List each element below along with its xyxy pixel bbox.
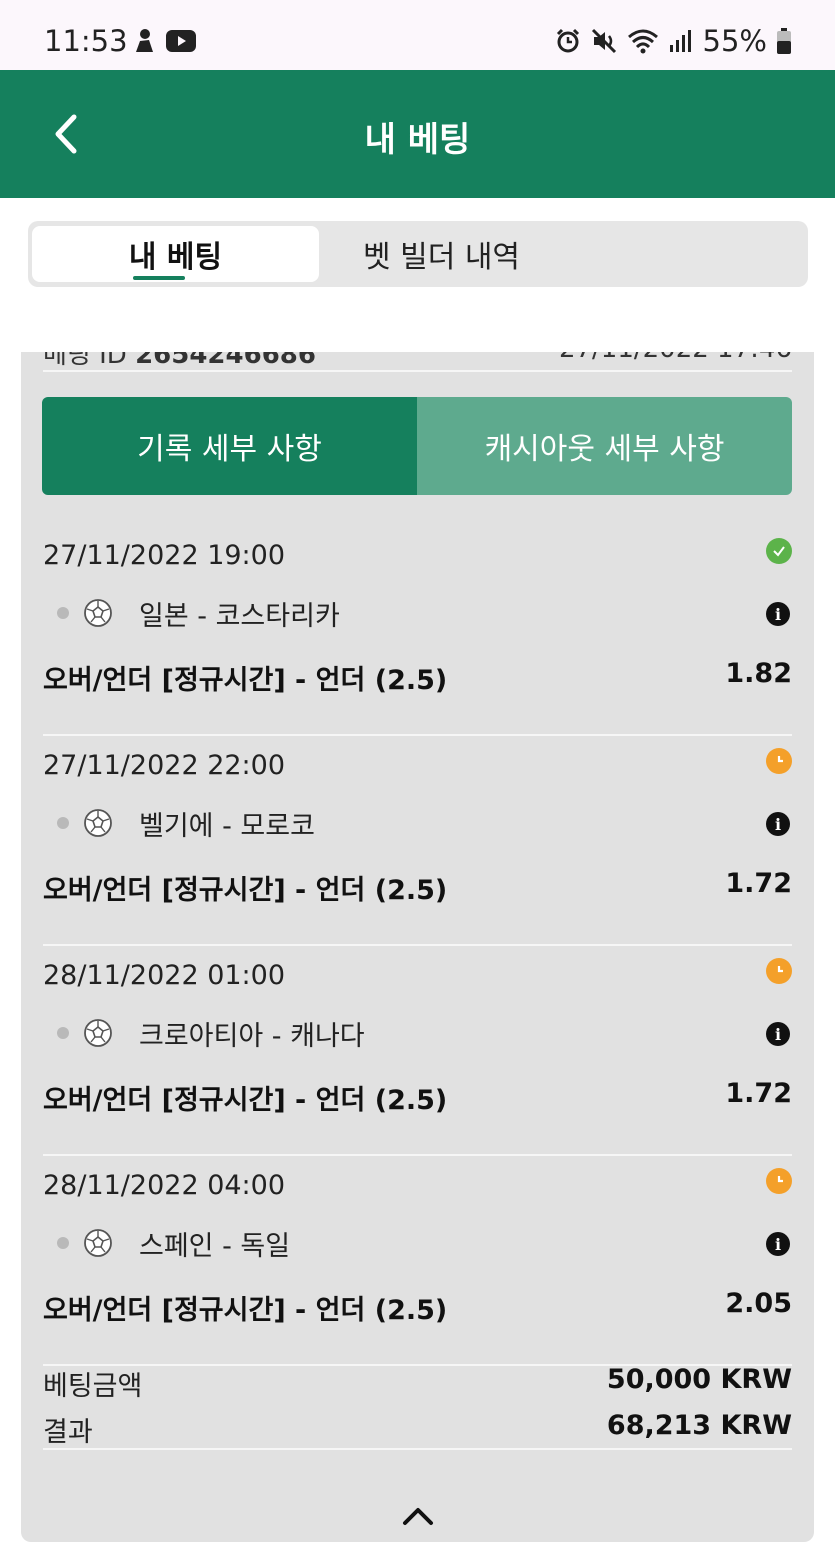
selection-market: 오버/언더 [정규시간] - 언더 (2.5) — [43, 1295, 448, 1326]
person-icon — [136, 29, 153, 52]
stake-value: 50,000 KRW — [606, 1364, 792, 1395]
info-icon[interactable]: i — [766, 812, 790, 836]
selection-odds: 1.72 — [725, 1078, 792, 1109]
status-dot — [57, 607, 69, 619]
selection-item: 27/11/2022 19:00 일본 - 코스타리카 i 오버/언더 [정규시… — [43, 526, 792, 736]
chevron-up-icon — [403, 1508, 433, 1525]
status-right: 55% — [555, 24, 791, 58]
selection-market: 오버/언더 [정규시간] - 언더 (2.5) — [43, 665, 448, 696]
status-time: 11:53 — [44, 24, 128, 58]
bet-card: 베팅 ID 2654246686 27/11/2022 17:46 기록 세부 … — [21, 352, 814, 1542]
result-value: 68,213 KRW — [606, 1410, 792, 1441]
selection-event: 크로아티아 - 캐나다 — [57, 1016, 365, 1052]
tab-my-bets-label: 내 베팅 — [128, 240, 223, 275]
selection-event: 스페인 - 독일 — [57, 1226, 291, 1262]
app-header: 내 베팅 — [0, 70, 835, 198]
selection-event-name: 벨기에 - 모로코 — [139, 810, 315, 842]
stake-row: 베팅금액 50,000 KRW — [43, 1364, 792, 1404]
status-left-icons — [132, 28, 196, 54]
selection-odds: 1.72 — [725, 868, 792, 899]
signal-icon — [669, 30, 691, 52]
selection-odds: 2.05 — [725, 1288, 792, 1319]
tab-bar: 내 베팅 벳 빌더 내역 — [28, 221, 808, 287]
selection-datetime: 27/11/2022 22:00 — [43, 750, 286, 781]
soccer-ball-icon — [84, 599, 112, 627]
battery-icon — [777, 28, 791, 54]
bet-summary: 베팅금액 50,000 KRW 결과 68,213 KRW — [43, 1354, 792, 1450]
clock-icon — [766, 748, 792, 774]
tab-bet-builder-history-label: 벳 빌더 내역 — [362, 240, 521, 275]
soccer-ball-icon — [84, 1229, 112, 1257]
battery-percent: 55% — [702, 24, 767, 58]
alarm-icon — [556, 28, 579, 53]
bet-id-label: 베팅 ID — [43, 352, 127, 370]
selection-datetime: 28/11/2022 01:00 — [43, 960, 286, 991]
soccer-ball-icon — [84, 809, 112, 837]
selection-event-name: 스페인 - 독일 — [139, 1230, 291, 1262]
clock-icon — [766, 958, 792, 984]
selection-event: 벨기에 - 모로코 — [57, 806, 315, 842]
mute-icon — [591, 28, 616, 54]
bet-id-value: 2654246686 — [135, 352, 316, 370]
status-dot — [57, 1237, 69, 1249]
selection-event: 일본 - 코스타리카 — [57, 596, 340, 632]
status-dot — [57, 1027, 69, 1039]
selection-item: 27/11/2022 22:00 벨기에 - 모로코 i 오버/언더 [정규시간… — [43, 736, 792, 946]
selection-item: 28/11/2022 01:00 크로아티아 - 캐나다 i 오버/언더 [정규… — [43, 946, 792, 1156]
bet-id-row: 베팅 ID 2654246686 27/11/2022 17:46 — [43, 352, 792, 372]
info-icon[interactable]: i — [766, 602, 790, 626]
history-details-button[interactable]: 기록 세부 사항 — [42, 397, 417, 495]
wifi-icon — [627, 29, 658, 54]
detail-segment-control: 기록 세부 사항 캐시아웃 세부 사항 — [42, 397, 792, 495]
page-title: 내 베팅 — [364, 120, 471, 160]
check-icon — [766, 538, 792, 564]
selection-item: 28/11/2022 04:00 스페인 - 독일 i 오버/언더 [정규시간]… — [43, 1156, 792, 1366]
selection-datetime: 27/11/2022 19:00 — [43, 540, 286, 571]
selection-event-name: 크로아티아 - 캐나다 — [139, 1020, 365, 1052]
bet-placed-date: 27/11/2022 17:46 — [559, 352, 792, 364]
info-icon[interactable]: i — [766, 1022, 790, 1046]
result-row: 결과 68,213 KRW — [43, 1410, 792, 1450]
cashout-details-button[interactable]: 캐시아웃 세부 사항 — [417, 397, 792, 495]
result-label: 결과 — [43, 1417, 93, 1448]
selection-datetime: 28/11/2022 04:00 — [43, 1170, 286, 1201]
status-bar: 11:53 55% — [0, 0, 835, 70]
tab-bet-builder-history[interactable]: 벳 빌더 내역 — [319, 226, 564, 282]
tab-my-bets[interactable]: 내 베팅 — [32, 226, 319, 282]
selection-market: 오버/언더 [정규시간] - 언더 (2.5) — [43, 875, 448, 906]
selection-odds: 1.82 — [725, 658, 792, 689]
info-icon[interactable]: i — [766, 1232, 790, 1256]
selection-event-name: 일본 - 코스타리카 — [139, 600, 340, 632]
selection-market: 오버/언더 [정규시간] - 언더 (2.5) — [43, 1085, 448, 1116]
clock-icon — [766, 1168, 792, 1194]
tab-active-indicator — [133, 276, 185, 280]
stake-label: 베팅금액 — [43, 1371, 143, 1402]
status-dot — [57, 817, 69, 829]
youtube-icon — [166, 30, 196, 52]
collapse-button[interactable] — [397, 1500, 439, 1532]
soccer-ball-icon — [84, 1019, 112, 1047]
